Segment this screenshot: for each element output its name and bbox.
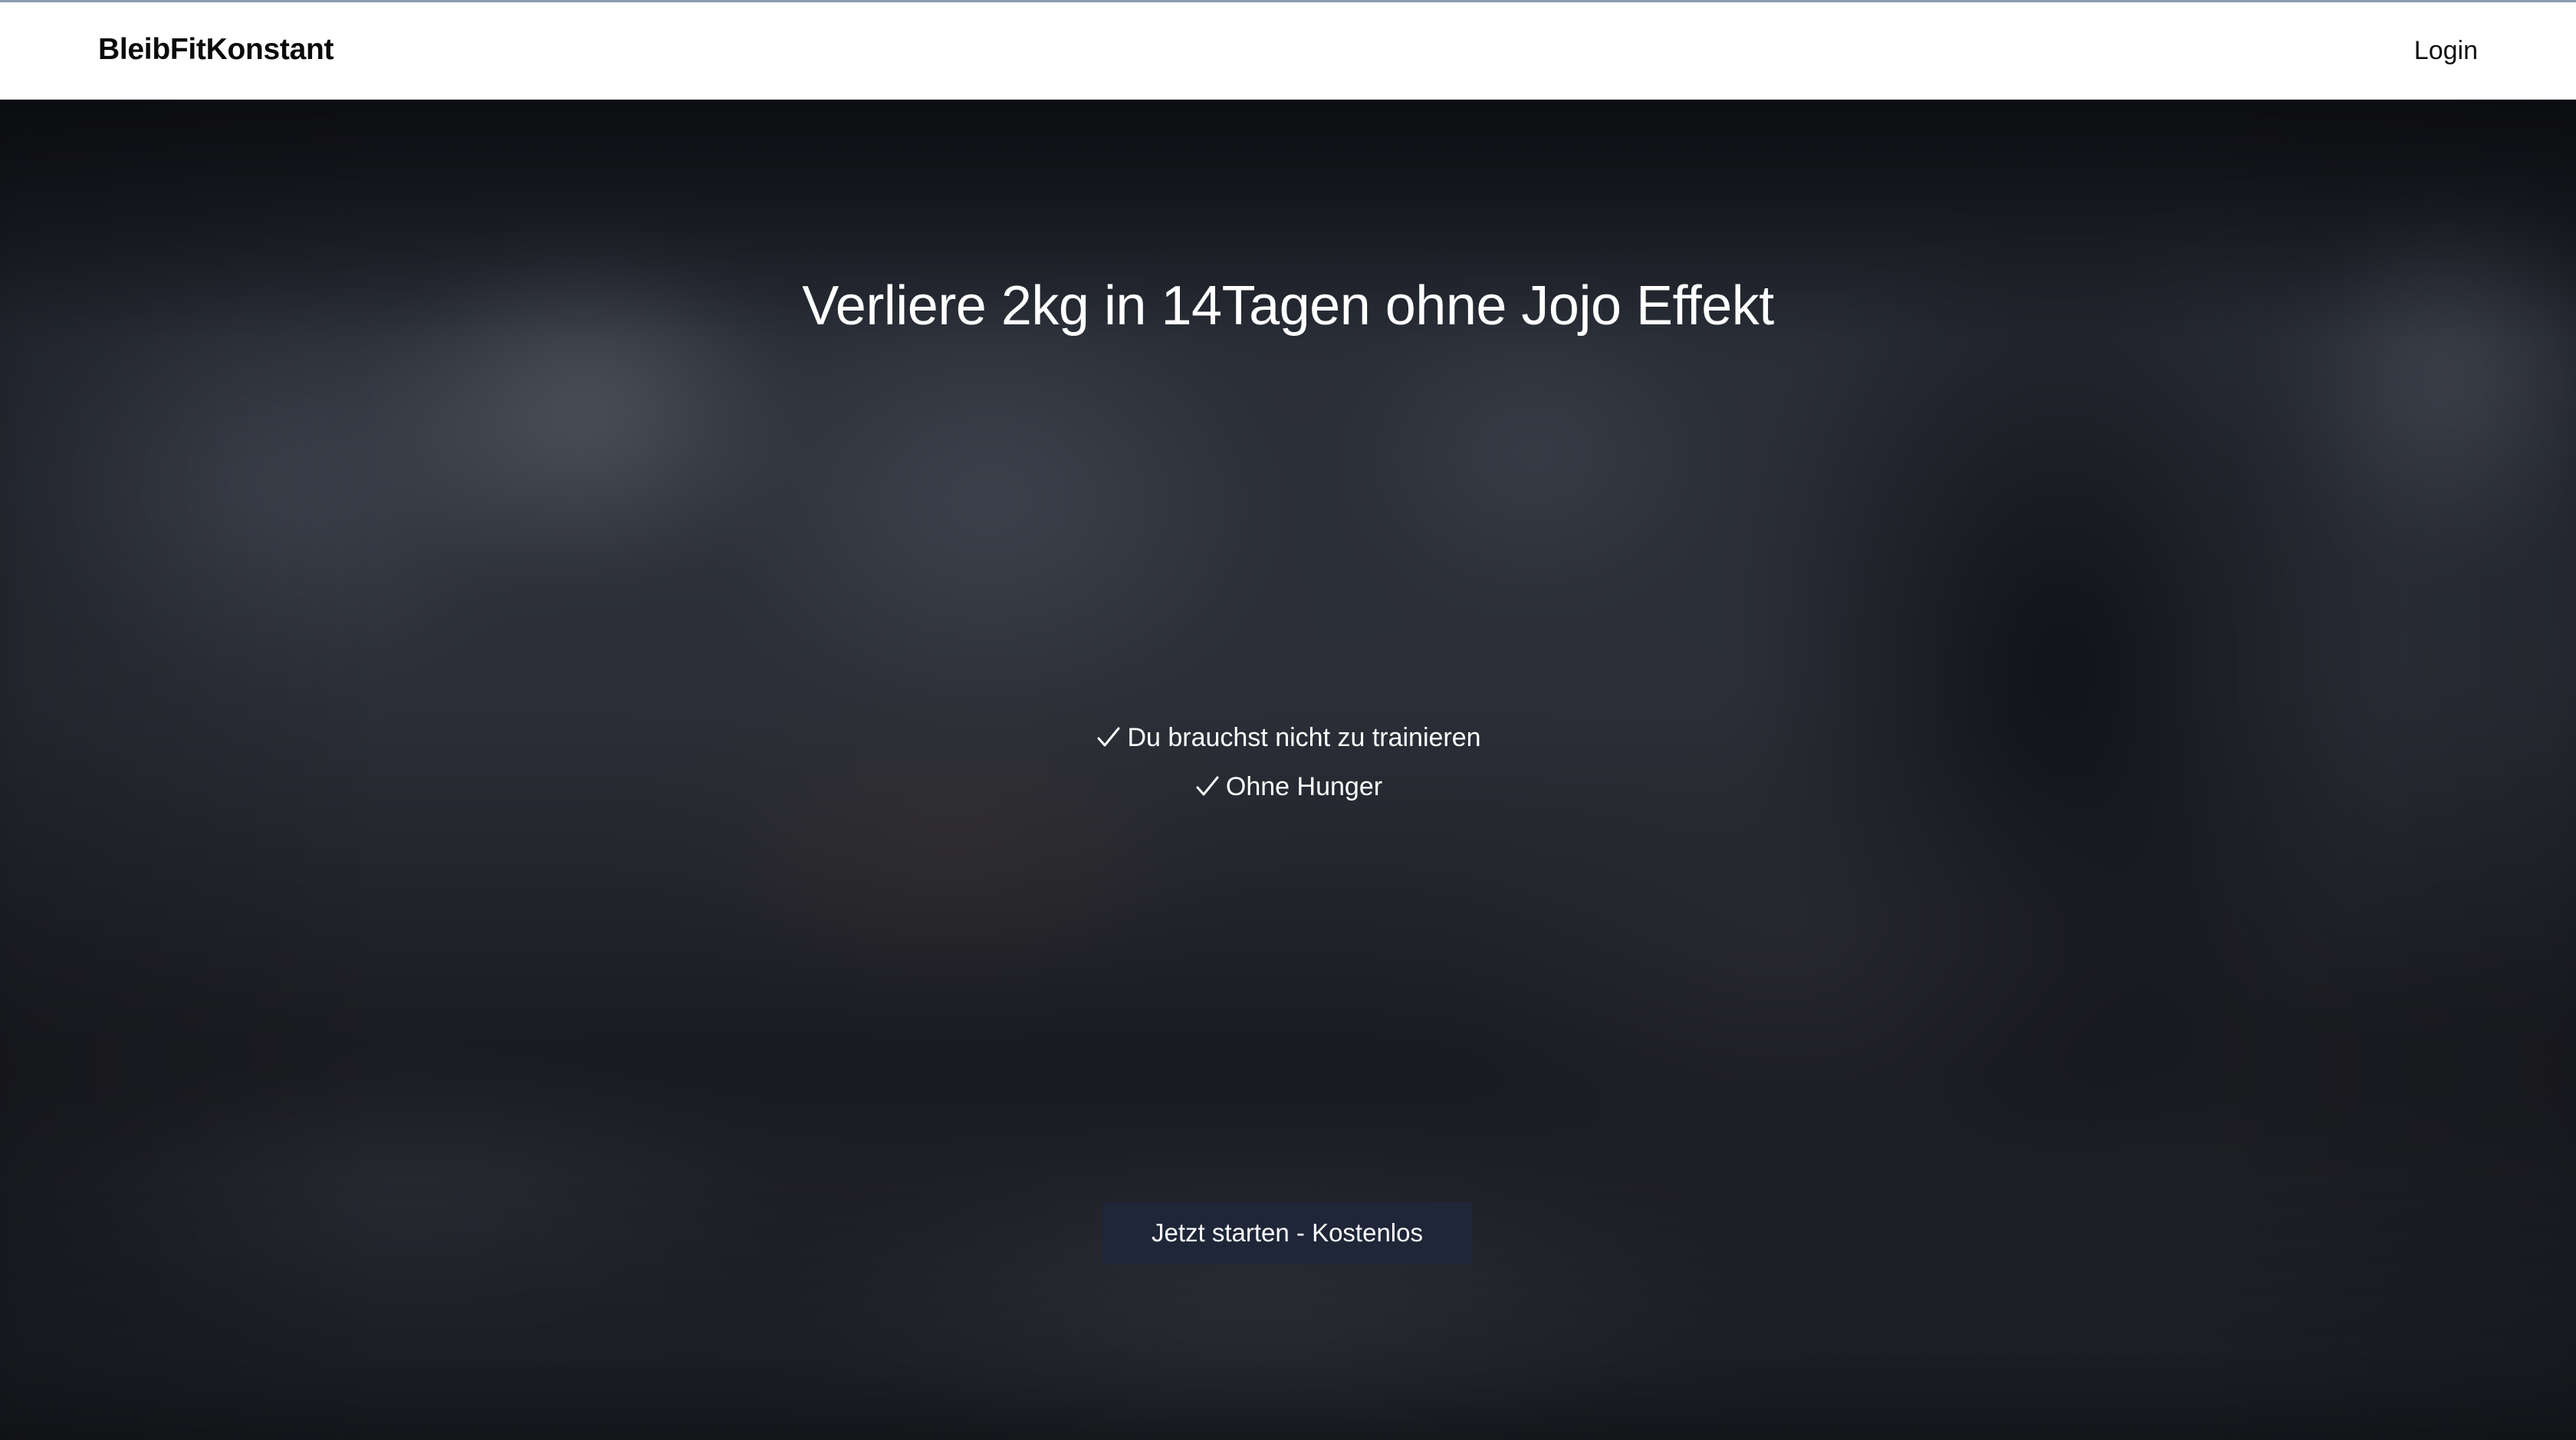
benefit-list: Du brauchst nicht zu trainieren Ohne Hun…	[0, 713, 2576, 811]
check-icon	[1194, 773, 1221, 801]
benefit-item: Ohne Hunger	[0, 762, 2576, 811]
hero-headline: Verliere 2kg in 14Tagen ohne Jojo Effekt	[802, 275, 1774, 337]
brand-logo[interactable]: BleibFitKonstant	[98, 33, 334, 67]
benefit-item: Du brauchst nicht zu trainieren	[0, 713, 2576, 762]
top-navbar: BleibFitKonstant Login	[0, 0, 2576, 100]
start-free-button[interactable]: Jetzt starten - Kostenlos	[1102, 1202, 1472, 1264]
hero-section: Verliere 2kg in 14Tagen ohne Jojo Effekt…	[0, 100, 2576, 1440]
page: BleibFitKonstant Login Verliere 2kg in 1…	[0, 0, 2576, 1440]
benefit-label: Du brauchst nicht zu trainieren	[1127, 722, 1481, 752]
check-icon	[1095, 724, 1122, 751]
login-link[interactable]: Login	[2414, 36, 2478, 66]
benefit-label: Ohne Hunger	[1225, 771, 1383, 801]
